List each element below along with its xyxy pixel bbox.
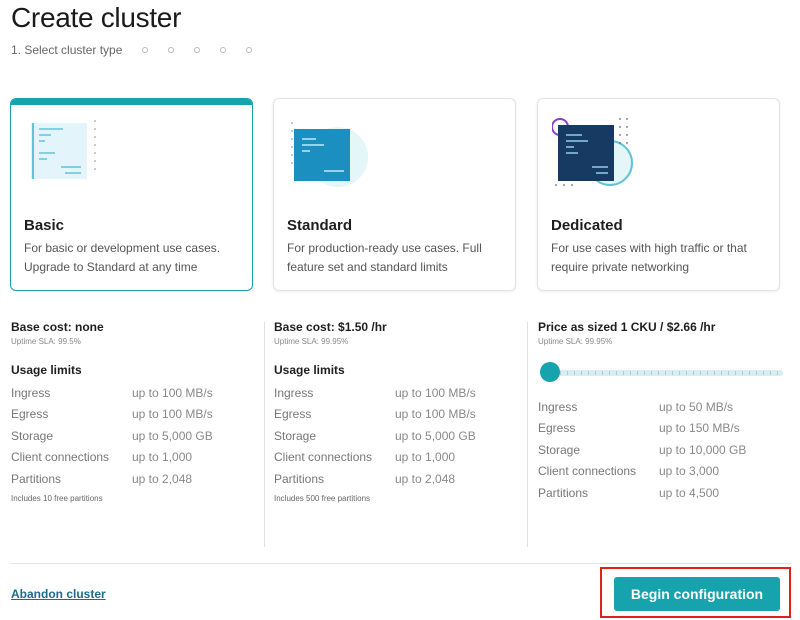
standard-partitions-note: Includes 500 free partitions [274, 493, 371, 503]
limit-row: Client connections up to 1,000 [11, 447, 266, 469]
cku-slider-ticks [560, 371, 781, 375]
current-step-label: 1. Select cluster type [11, 43, 123, 57]
basic-details: Base cost: none Uptime SLA: 99.5% Usage … [11, 320, 266, 503]
limit-row: Storage up to 10,000 GB [538, 439, 793, 461]
abandon-cluster-link[interactable]: Abandon cluster [11, 587, 106, 601]
card-title-dedicated: Dedicated [551, 217, 623, 234]
limit-label: Partitions [274, 471, 325, 486]
standard-cluster-illustration-icon [291, 122, 368, 187]
limit-value: up to 5,000 GB [395, 428, 476, 443]
limit-row: Partitions up to 4,500 [538, 482, 793, 504]
dedicated-details: Price as sized 1 CKU / $2.66 /hr Uptime … [538, 320, 793, 504]
limit-label: Partitions [538, 485, 589, 500]
basic-base-cost: Base cost: none [11, 320, 104, 334]
basic-partitions-note: Includes 10 free partitions [11, 493, 103, 503]
limit-value: up to 2,048 [395, 471, 456, 486]
limit-value: up to 4,500 [659, 485, 720, 500]
step-2-dot [142, 47, 149, 53]
card-description-standard: For production-ready use cases. Full fea… [287, 241, 482, 274]
limit-label: Ingress [11, 385, 51, 400]
cluster-type-basic-card[interactable]: Basic For basic or development use cases… [10, 98, 253, 291]
limit-label: Client connections [11, 450, 110, 465]
standard-details: Base cost: $1.50 /hr Uptime SLA: 99.95% … [274, 320, 529, 503]
limit-value: up to 100 MB/s [395, 385, 476, 400]
limit-value: up to 50 MB/s [659, 399, 734, 414]
limit-value: up to 3,000 [659, 464, 720, 479]
cluster-type-standard-card[interactable]: Standard For production-ready use cases.… [273, 98, 516, 291]
limit-label: Egress [538, 421, 576, 436]
cluster-type-dedicated-card[interactable]: Dedicated For use cases with high traffi… [537, 98, 780, 291]
limit-row: Partitions up to 2,048 [11, 468, 266, 490]
limit-label: Client connections [538, 464, 637, 479]
limit-row: Egress up to 150 MB/s [538, 418, 793, 440]
stepper: 1. Select cluster type [11, 43, 262, 57]
limit-label: Egress [11, 407, 49, 422]
column-divider [264, 322, 265, 547]
basic-uptime-sla: Uptime SLA: 99.5% [11, 337, 81, 346]
limit-row: Egress up to 100 MB/s [274, 404, 529, 426]
card-description-dedicated: For use cases with high traffic or that … [551, 241, 747, 274]
limit-value: up to 100 MB/s [132, 407, 213, 422]
dedicated-price: Price as sized 1 CKU / $2.66 /hr [538, 320, 716, 334]
footer-divider [11, 563, 791, 564]
limit-value: up to 5,000 GB [132, 428, 213, 443]
limit-label: Client connections [274, 450, 373, 465]
limit-value: up to 1,000 [395, 450, 456, 465]
limit-row: Storage up to 5,000 GB [11, 425, 266, 447]
limit-label: Storage [11, 428, 54, 443]
limit-value: up to 100 MB/s [395, 407, 476, 422]
limit-label: Storage [274, 428, 317, 443]
limit-row: Storage up to 5,000 GB [274, 425, 529, 447]
page-title: Create cluster [11, 2, 182, 33]
limit-value: up to 2,048 [132, 471, 193, 486]
basic-cluster-illustration-icon [31, 120, 96, 179]
limit-label: Ingress [538, 399, 578, 414]
limit-row: Client connections up to 1,000 [274, 447, 529, 469]
limit-value: up to 10,000 GB [659, 442, 747, 457]
card-title-standard: Standard [287, 217, 353, 234]
limit-value: up to 100 MB/s [132, 385, 213, 400]
standard-base-cost: Base cost: $1.50 /hr [274, 320, 387, 334]
limit-value: up to 1,000 [132, 450, 193, 465]
card-description-basic: For basic or development use cases. Upgr… [24, 241, 221, 274]
limit-row: Ingress up to 50 MB/s [538, 396, 793, 418]
cku-slider-handle[interactable] [540, 362, 560, 382]
step-3-dot [168, 47, 175, 53]
standard-uptime-sla: Uptime SLA: 99.95% [274, 337, 349, 346]
cku-slider[interactable] [538, 362, 783, 384]
limit-row: Client connections up to 3,000 [538, 461, 793, 483]
dedicated-cluster-illustration-icon [552, 118, 633, 186]
begin-configuration-button[interactable]: Begin configuration [614, 577, 780, 611]
limit-row: Ingress up to 100 MB/s [11, 382, 266, 404]
limit-label: Ingress [274, 385, 314, 400]
limit-row: Partitions up to 2,048 [274, 468, 529, 490]
basic-usage-limits-title: Usage limits [11, 363, 82, 377]
step-5-dot [220, 47, 227, 53]
limit-label: Storage [538, 442, 581, 457]
standard-usage-limits-title: Usage limits [274, 363, 345, 377]
limit-label: Partitions [11, 471, 62, 486]
limit-value: up to 150 MB/s [659, 421, 740, 436]
column-divider [527, 322, 528, 547]
card-title-basic: Basic [24, 217, 65, 234]
step-4-dot [194, 47, 201, 53]
limit-label: Egress [274, 407, 312, 422]
limit-row: Ingress up to 100 MB/s [274, 382, 529, 404]
dedicated-uptime-sla: Uptime SLA: 99.95% [538, 337, 613, 346]
limit-row: Egress up to 100 MB/s [11, 404, 266, 426]
step-6-dot [246, 47, 253, 53]
